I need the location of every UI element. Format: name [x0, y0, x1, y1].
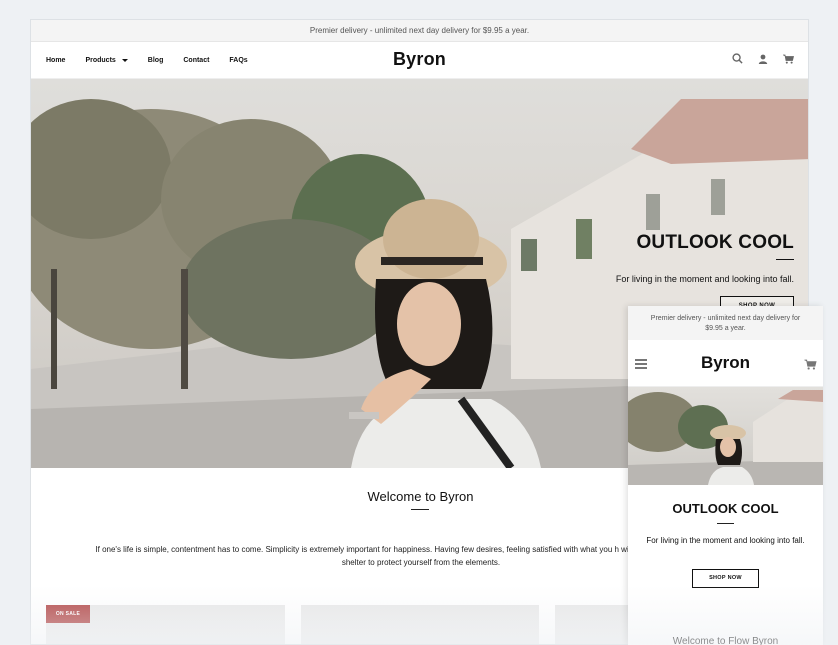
- announcement-bar: Premier delivery - unlimited next day de…: [628, 306, 823, 340]
- product-card[interactable]: [301, 605, 539, 644]
- hero-subtitle: For living in the moment and looking int…: [615, 274, 794, 284]
- site-header: Home Products Blog Contact FAQs Byron: [31, 42, 808, 79]
- welcome-divider: [411, 509, 429, 510]
- announcement-bar: Premier delivery - unlimited next day de…: [31, 20, 808, 42]
- hero-divider: [717, 523, 734, 524]
- cart-icon[interactable]: [804, 359, 817, 370]
- hero-banner: [628, 387, 823, 485]
- shop-now-button[interactable]: SHOP NOW: [692, 569, 759, 588]
- site-logo[interactable]: Byron: [31, 49, 808, 70]
- hero-subtitle: For living in the moment and looking int…: [646, 536, 805, 545]
- site-header: Byron: [628, 340, 823, 387]
- hero-image: [628, 390, 823, 485]
- welcome-title: Welcome to Flow Byron: [672, 636, 779, 645]
- hero-divider: [776, 259, 794, 260]
- mobile-preview: Premier delivery - unlimited next day de…: [628, 306, 823, 645]
- hero-title: OUTLOOK COOL: [636, 232, 794, 253]
- header-icons: [732, 53, 794, 64]
- account-icon[interactable]: [758, 54, 768, 64]
- site-logo[interactable]: Byron: [628, 353, 823, 373]
- hero-title: OUTLOOK COOL: [672, 501, 779, 516]
- search-icon[interactable]: [732, 53, 743, 64]
- sale-badge: ON SALE: [46, 605, 90, 623]
- cart-icon[interactable]: [783, 54, 794, 64]
